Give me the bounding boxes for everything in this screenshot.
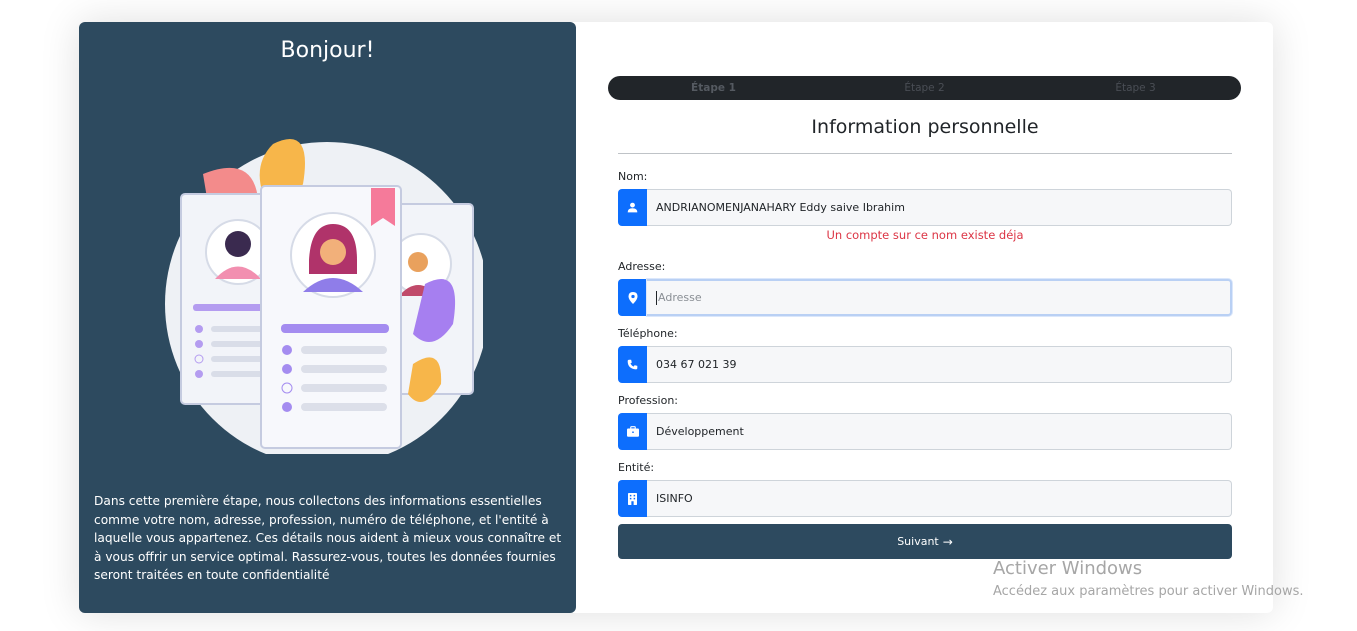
steps-progress-bar: Étape 1 Étape 2 Étape 3	[608, 76, 1241, 100]
text-caret	[656, 290, 657, 305]
building-icon	[618, 480, 647, 517]
briefcase-icon	[618, 413, 647, 450]
user-icon	[618, 189, 647, 226]
suivant-label: Suivant	[897, 535, 939, 548]
profession-field: Développement	[618, 413, 1232, 450]
welcome-title: Bonjour!	[280, 38, 375, 63]
welcome-panel: Bonjour! Dans cette première étape, nous…	[79, 22, 576, 613]
telephone-label: Téléphone:	[618, 327, 678, 340]
nom-field: ANDRIANOMENJANAHARY Eddy saive Ibrahim	[618, 189, 1232, 226]
entite-label: Entité:	[618, 461, 655, 474]
step-1-label: Étape 1	[691, 82, 736, 94]
windows-activation-subtitle: Accédez aux paramètres pour activer Wind…	[993, 584, 1304, 599]
step-3-label: Étape 3	[1115, 82, 1156, 94]
phone-icon	[618, 346, 647, 383]
form-title: Information personnelle	[811, 116, 1039, 138]
telephone-field: 034 67 021 39	[618, 346, 1232, 383]
nom-input[interactable]: ANDRIANOMENJANAHARY Eddy saive Ibrahim	[647, 189, 1232, 226]
arrow-right-icon: →	[942, 534, 953, 549]
title-divider	[618, 153, 1232, 154]
step-2-label: Étape 2	[904, 82, 945, 94]
entite-field: ISINFO	[618, 480, 1232, 517]
adresse-field: Adresse	[618, 279, 1232, 316]
telephone-input[interactable]: 034 67 021 39	[647, 346, 1232, 383]
entite-input[interactable]: ISINFO	[647, 480, 1232, 517]
suivant-button[interactable]: Suivant →	[618, 524, 1232, 559]
map-pin-icon	[618, 279, 647, 316]
profession-label: Profession:	[618, 394, 679, 407]
adresse-placeholder: Adresse	[658, 291, 702, 304]
profile-cards-illustration	[165, 139, 483, 454]
welcome-description: Dans cette première étape, nous collecto…	[94, 494, 562, 583]
windows-activation-title: Activer Windows	[993, 558, 1143, 579]
adresse-label: Adresse:	[618, 260, 666, 273]
nom-label: Nom:	[618, 170, 648, 183]
adresse-input[interactable]: Adresse	[647, 279, 1232, 316]
nom-error-message: Un compte sur ce nom existe déja	[826, 228, 1024, 242]
profession-input[interactable]: Développement	[647, 413, 1232, 450]
